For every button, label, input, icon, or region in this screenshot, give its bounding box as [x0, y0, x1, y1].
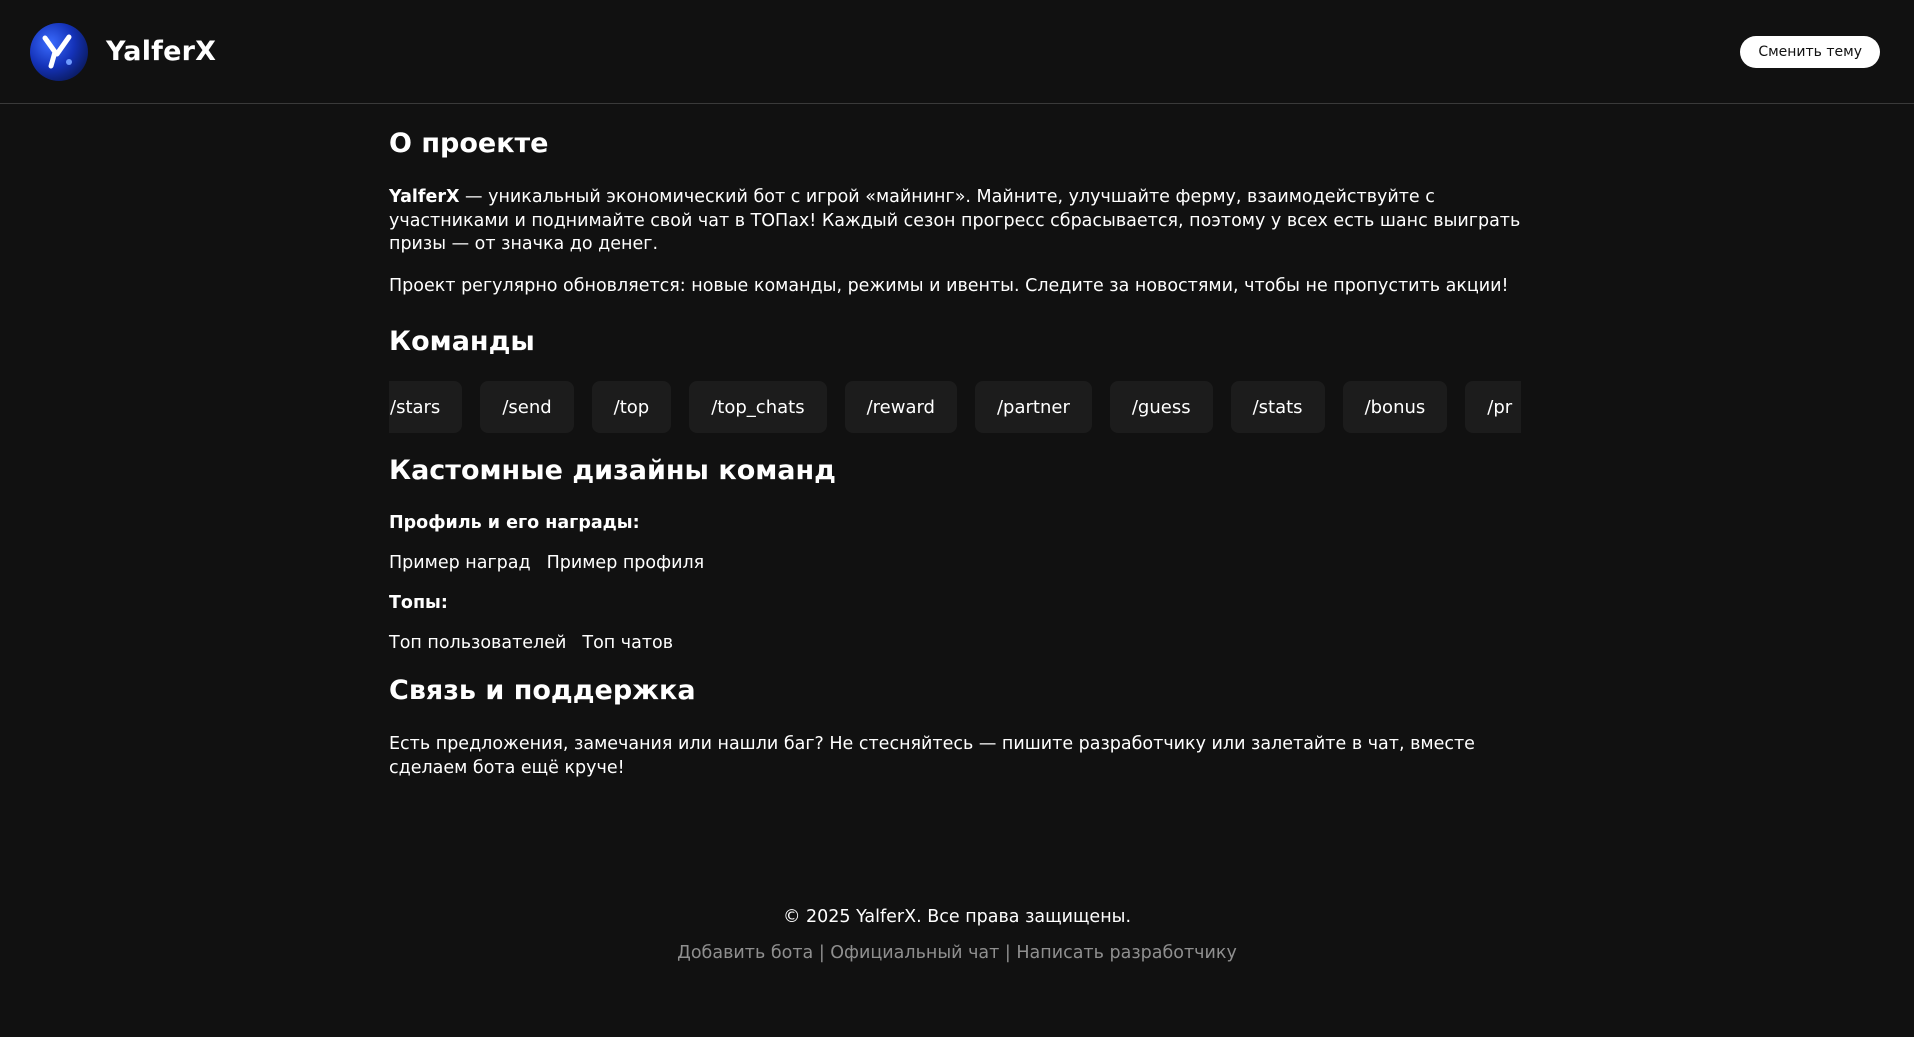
- support-section: Связь и поддержка Есть предложения, заме…: [389, 675, 1521, 780]
- command-chip-stars[interactable]: /stars: [389, 381, 463, 433]
- commands-title: Команды: [389, 326, 535, 357]
- brand-name: YalferX: [106, 36, 217, 67]
- profile-links: Пример наград Пример профиля: [389, 553, 1521, 573]
- logo-icon: [30, 22, 88, 81]
- tops-heading: Топы:: [389, 593, 448, 613]
- command-chip-bonus[interactable]: /bonus: [1342, 381, 1448, 433]
- site-header: YalferX Сменить тему: [0, 0, 1914, 104]
- designs-title: Кастомные дизайны команд: [389, 455, 836, 486]
- about-paragraph-1: YalferX — уникальный экономический бот с…: [389, 186, 1521, 257]
- commands-section: Команды /stars /send /top /top_chats /re…: [389, 326, 1521, 433]
- site-footer: © 2025 YalferX. Все права защищены. Доба…: [0, 907, 1914, 963]
- about-section: О проекте YalferX — уникальный экономиче…: [389, 128, 1521, 298]
- designs-section: Кастомные дизайны команд Профиль и его н…: [389, 455, 1521, 653]
- command-chip-top-chats[interactable]: /top_chats: [689, 381, 827, 433]
- command-chip-send[interactable]: /send: [480, 381, 574, 433]
- main-content: О проекте YalferX — уникальный экономиче…: [389, 104, 1521, 780]
- profile-example-link[interactable]: Пример профиля: [547, 553, 705, 573]
- support-text: Есть предложения, замечания или нашли ба…: [389, 734, 1475, 778]
- rewards-example-link[interactable]: Пример наград: [389, 553, 531, 573]
- official-chat-link[interactable]: Официальный чат: [830, 943, 999, 963]
- about-title: О проекте: [389, 128, 549, 159]
- about-paragraph-1-text: — уникальный экономический бот с игрой «…: [389, 187, 1521, 254]
- add-bot-link[interactable]: Добавить бота: [677, 943, 813, 963]
- top-chats-link[interactable]: Топ чатов: [582, 633, 673, 653]
- footer-links: Добавить бота | Официальный чат | Написа…: [0, 943, 1914, 963]
- command-chip-guess[interactable]: /guess: [1109, 381, 1213, 433]
- tops-links: Топ пользователей Топ чатов: [389, 633, 1521, 653]
- footer-separator: |: [813, 943, 831, 963]
- copyright: © 2025 YalferX. Все права защищены.: [782, 907, 1132, 927]
- commands-carousel[interactable]: /stars /send /top /top_chats /reward /pa…: [389, 381, 1521, 433]
- change-theme-button[interactable]: Сменить тему: [1740, 35, 1880, 68]
- contact-developer-link[interactable]: Написать разработчику: [1016, 943, 1236, 963]
- command-chip-partner[interactable]: /partner: [974, 381, 1092, 433]
- support-title: Связь и поддержка: [389, 675, 696, 706]
- command-chip-top[interactable]: /top: [591, 381, 672, 433]
- brand[interactable]: YalferX: [30, 22, 217, 81]
- top-users-link[interactable]: Топ пользователей: [389, 633, 566, 653]
- about-paragraph-2: Проект регулярно обновляется: новые кома…: [389, 275, 1509, 296]
- command-chip-stats[interactable]: /stats: [1230, 381, 1325, 433]
- about-brand-bold: YalferX: [389, 187, 460, 207]
- command-chip-pr[interactable]: /pr: [1465, 381, 1521, 433]
- profile-heading: Профиль и его награды:: [389, 513, 640, 533]
- command-chip-reward[interactable]: /reward: [844, 381, 957, 433]
- footer-separator: |: [999, 943, 1017, 963]
